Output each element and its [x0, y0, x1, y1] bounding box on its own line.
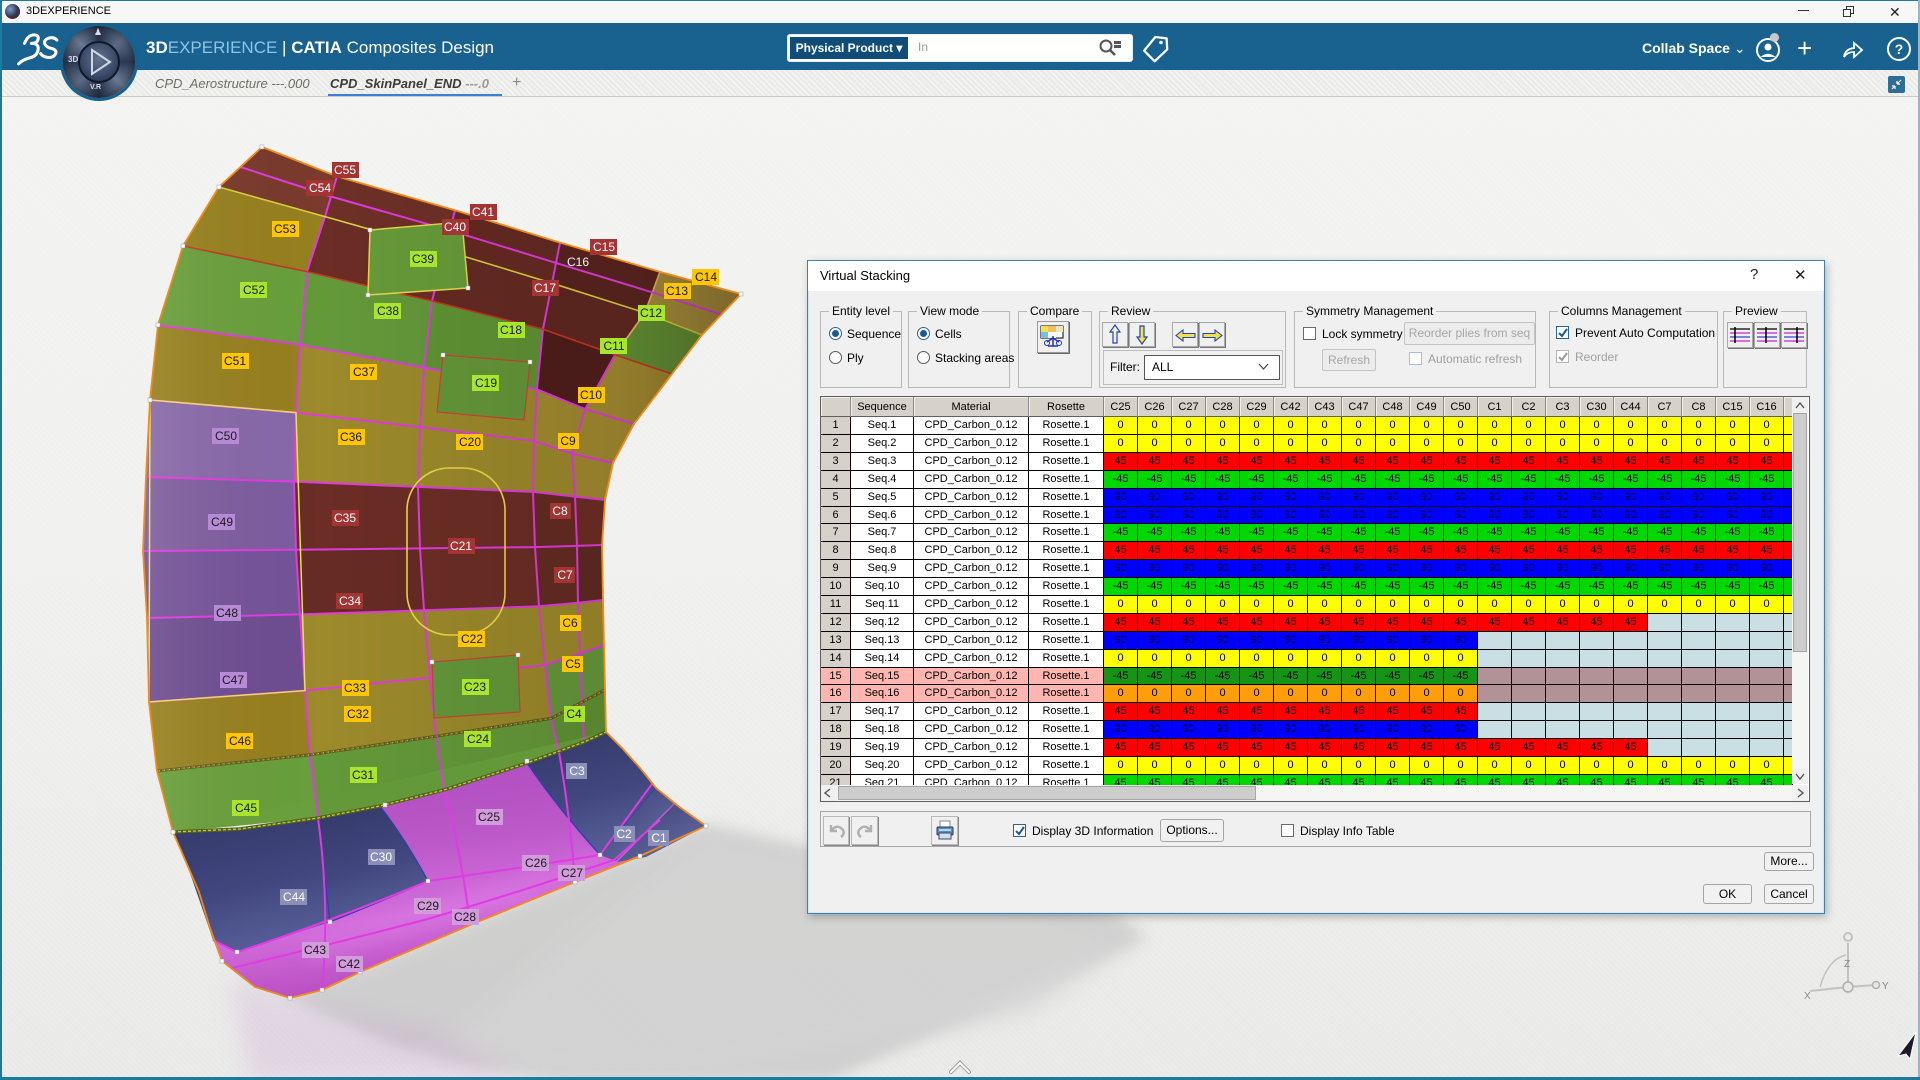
svg-text:C15: C15: [593, 240, 615, 254]
svg-text:C17: C17: [534, 281, 556, 295]
svg-text:C50: C50: [215, 429, 237, 443]
svg-text:C20: C20: [459, 435, 481, 449]
svg-text:C24: C24: [467, 732, 489, 746]
svg-text:C14: C14: [695, 270, 717, 284]
svg-text:C38: C38: [377, 304, 399, 318]
svg-text:C19: C19: [475, 376, 497, 390]
svg-text:C33: C33: [344, 681, 366, 695]
svg-text:C54: C54: [309, 181, 331, 195]
svg-text:C53: C53: [274, 222, 296, 236]
svg-text:C9: C9: [560, 434, 576, 448]
svg-text:C40: C40: [444, 220, 466, 234]
svg-text:C10: C10: [580, 388, 602, 402]
svg-text:Y: Y: [1882, 981, 1889, 992]
svg-text:C23: C23: [464, 680, 486, 694]
svg-text:C6: C6: [562, 616, 578, 630]
svg-text:C39: C39: [412, 252, 434, 266]
svg-text:C12: C12: [640, 306, 662, 320]
svg-text:C4: C4: [566, 707, 582, 721]
svg-text:C30: C30: [370, 850, 392, 864]
svg-text:C2: C2: [616, 827, 632, 841]
svg-text:C55: C55: [334, 163, 356, 177]
svg-text:C8: C8: [552, 504, 568, 518]
svg-text:C45: C45: [235, 801, 257, 815]
svg-text:C32: C32: [347, 707, 369, 721]
svg-text:C13: C13: [666, 284, 688, 298]
svg-text:C1: C1: [651, 831, 667, 845]
svg-text:C26: C26: [525, 856, 547, 870]
svg-text:C49: C49: [211, 515, 233, 529]
svg-text:C28: C28: [454, 910, 476, 924]
svg-text:C42: C42: [338, 957, 360, 971]
svg-text:C31: C31: [352, 768, 374, 782]
svg-text:C29: C29: [417, 899, 439, 913]
svg-text:C46: C46: [229, 734, 251, 748]
svg-text:C35: C35: [334, 511, 356, 525]
svg-text:C21: C21: [450, 539, 472, 553]
svg-text:C25: C25: [478, 810, 500, 824]
svg-text:C3: C3: [569, 764, 585, 778]
svg-text:C27: C27: [561, 866, 583, 880]
svg-text:C48: C48: [216, 606, 238, 620]
svg-text:C44: C44: [283, 890, 305, 904]
svg-text:C43: C43: [304, 943, 326, 957]
svg-text:C47: C47: [222, 673, 244, 687]
svg-text:X: X: [1804, 991, 1811, 1002]
svg-text:C7: C7: [557, 568, 573, 582]
svg-text:C18: C18: [500, 323, 522, 337]
svg-text:C16: C16: [567, 255, 589, 269]
svg-text:?: ?: [1895, 41, 1904, 57]
svg-text:C34: C34: [339, 594, 361, 608]
svg-text:C11: C11: [603, 339, 624, 353]
svg-text:C22: C22: [461, 632, 483, 646]
svg-text:C52: C52: [243, 283, 265, 297]
svg-text:C51: C51: [224, 354, 246, 368]
svg-text:Z: Z: [1844, 959, 1850, 970]
svg-text:C36: C36: [340, 430, 362, 444]
svg-text:C5: C5: [565, 657, 581, 671]
svg-text:C37: C37: [353, 365, 375, 379]
svg-text:C41: C41: [472, 205, 494, 219]
